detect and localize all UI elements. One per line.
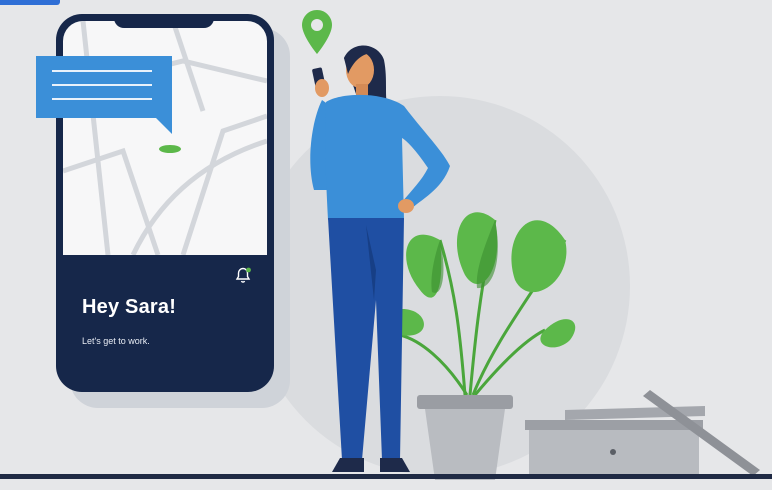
chat-bubble-tail — [150, 112, 172, 134]
woman-with-phone — [310, 45, 450, 472]
map-marker-dot — [159, 145, 181, 153]
chat-line — [52, 70, 152, 72]
corner-tab — [0, 0, 60, 5]
bell-icon[interactable] — [232, 264, 254, 286]
greeting-subtitle: Let's get to work. — [82, 336, 150, 346]
illustration-scene: Hey Sara! Let's get to work. — [0, 0, 772, 480]
chat-line — [52, 98, 152, 100]
chat-line — [52, 84, 152, 86]
greeting-title: Hey Sara! — [82, 296, 177, 318]
chat-bubble-icon — [36, 56, 172, 118]
phone-notch — [114, 14, 214, 28]
floor-line — [0, 474, 772, 479]
